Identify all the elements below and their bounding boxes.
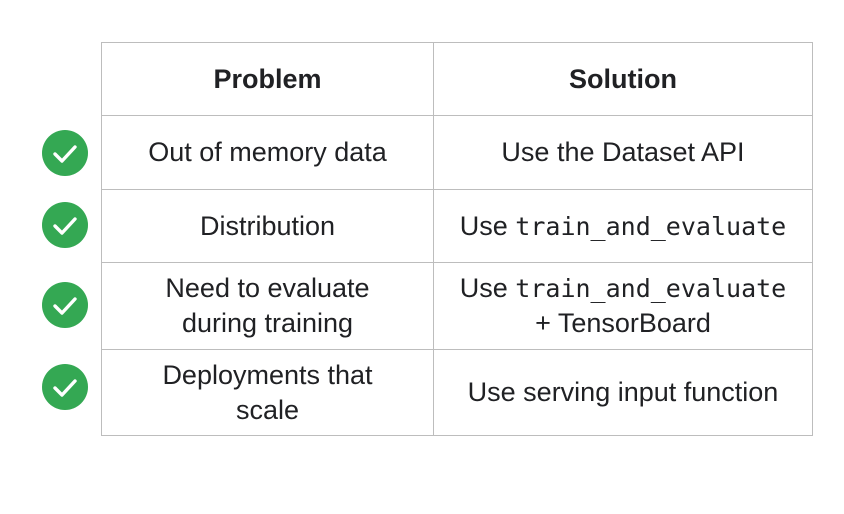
problem-solution-table: Problem Solution Out of memory data Use … bbox=[101, 42, 813, 436]
table-row: Out of memory data Use the Dataset API bbox=[101, 115, 813, 190]
problem-cell: Need to evaluate during training bbox=[101, 262, 434, 350]
solution-cell: Use the Dataset API bbox=[433, 115, 813, 190]
solution-code: train_and_evaluate bbox=[515, 211, 787, 241]
solution-cell: Use train_and_evaluate bbox=[433, 189, 813, 263]
problem-text: Need to evaluate bbox=[165, 273, 370, 303]
problem-cell: Out of memory data bbox=[101, 115, 434, 190]
problem-text-line2: during training bbox=[181, 308, 354, 338]
solution-cell: Use serving input function bbox=[433, 349, 813, 436]
solution-header: Solution bbox=[433, 42, 813, 116]
problem-text: Distribution bbox=[199, 210, 336, 241]
problem-text: Deployments that bbox=[162, 359, 373, 390]
problem-cell: Distribution bbox=[101, 189, 434, 263]
solution-code: train_and_evaluate bbox=[515, 274, 787, 303]
solution-text: Use bbox=[459, 273, 516, 303]
solution-cell: Use train_and_evaluate + TensorBoard bbox=[433, 262, 813, 350]
solution-text: Use the Dataset API bbox=[501, 137, 745, 167]
table-row: Deployments that scale Use serving input… bbox=[101, 349, 813, 436]
solution-text: Use bbox=[459, 210, 516, 241]
check-circle-icon bbox=[42, 202, 88, 248]
solution-text: Use serving input function bbox=[467, 377, 779, 407]
solution-text-line2: + TensorBoard bbox=[535, 308, 711, 338]
problem-header: Problem bbox=[101, 42, 434, 116]
table-row: Distribution Use train_and_evaluate bbox=[101, 189, 813, 263]
table-header-row: Problem Solution bbox=[101, 42, 813, 116]
problem-cell: Deployments that scale bbox=[101, 349, 434, 436]
check-circle-icon bbox=[42, 364, 88, 410]
check-circle-icon bbox=[42, 130, 88, 176]
check-circle-icon bbox=[42, 282, 88, 328]
problem-text: Out of memory data bbox=[148, 137, 387, 167]
table-row: Need to evaluate during training Use tra… bbox=[101, 262, 813, 350]
problem-text-line2: scale bbox=[235, 394, 300, 425]
